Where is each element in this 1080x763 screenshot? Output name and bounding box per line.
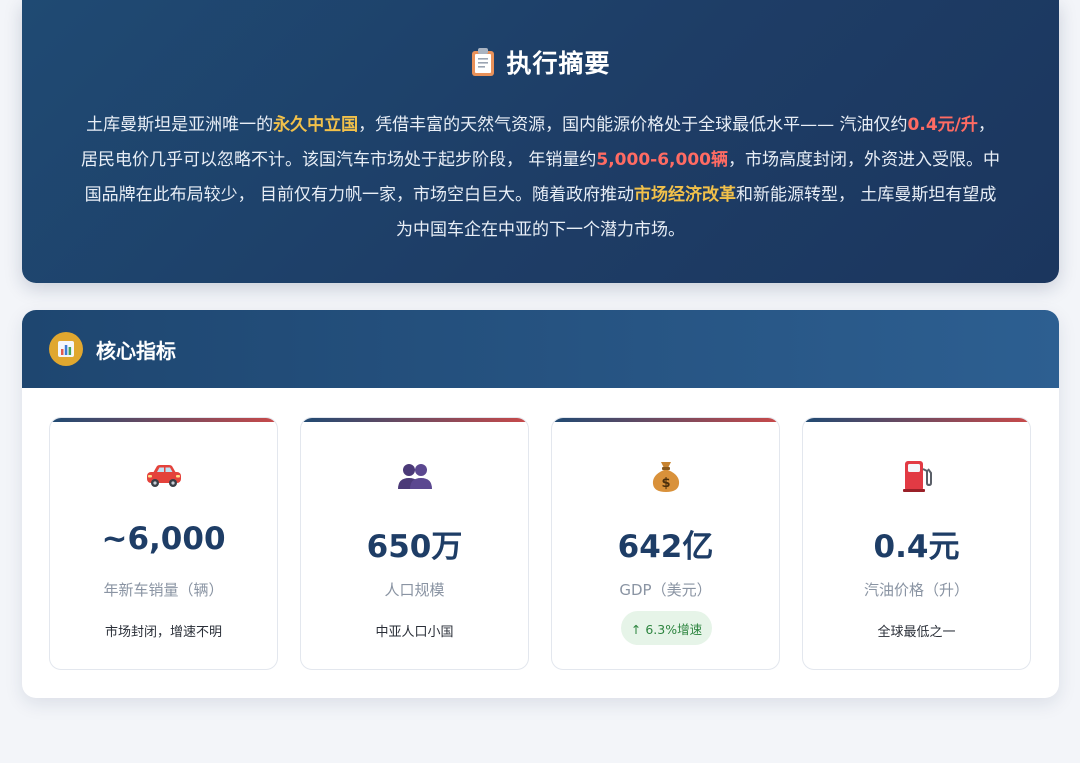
car-icon: [50, 458, 277, 494]
metric-label: 汽油价格（升）: [863, 581, 969, 599]
metric-card-population: 650万 人口规模 中亚人口小国: [300, 417, 529, 670]
metric-value: 642亿: [617, 529, 714, 565]
fuel-pump-icon: [803, 458, 1030, 494]
summary-text-segment: ，凭借丰富的天然气资源，国内能源价格处于全球最低水平—— 汽油仅约: [358, 115, 908, 135]
summary-title: 执行摘要: [506, 49, 611, 78]
core-metrics-panel: 核心指标 ~6,000 年新车销量（辆） 市场封闭，增速不明 650万 人口规模…: [22, 310, 1059, 698]
summary-header: 执行摘要: [22, 44, 1059, 80]
metrics-header: 核心指标: [22, 310, 1059, 388]
metrics-title: 核心指标: [96, 338, 176, 363]
metric-note: 中亚人口小国: [375, 625, 454, 640]
growth-badge: ↑ 6.3%增速: [621, 611, 712, 645]
metric-value: 0.4元: [873, 529, 960, 565]
people-icon: [301, 458, 528, 494]
summary-text-segment: 土库曼斯坦是亚洲唯一的: [86, 115, 274, 135]
metric-label: 年新车销量（辆）: [103, 581, 224, 599]
metric-value: 650万: [366, 529, 463, 565]
clipboard-icon: [470, 47, 496, 77]
metric-note: 市场封闭，增速不明: [104, 625, 222, 640]
svg-text:$: $: [661, 476, 670, 491]
metric-label: GDP（美元）: [619, 581, 712, 599]
summary-paragraph: 土库曼斯坦是亚洲唯一的永久中立国，凭借丰富的天然气资源，国内能源价格处于全球最低…: [80, 108, 1001, 248]
highlight-fuel-price: 0.4元/升: [907, 115, 978, 135]
highlight-market-reform: 市场经济改革: [634, 185, 736, 205]
metric-card-fuel-price: 0.4元 汽油价格（升） 全球最低之一: [802, 417, 1031, 670]
highlight-annual-sales: 5,000-6,000辆: [596, 150, 728, 170]
metric-note: 全球最低之一: [877, 625, 956, 640]
metric-value: ~6,000: [101, 521, 226, 557]
bar-chart-icon: [49, 332, 83, 366]
money-bag-icon: $: [552, 458, 779, 494]
executive-summary: 执行摘要 土库曼斯坦是亚洲唯一的永久中立国，凭借丰富的天然气资源，国内能源价格处…: [22, 0, 1059, 283]
highlight-neutral-status: 永久中立国: [273, 115, 359, 135]
metric-card-car-sales: ~6,000 年新车销量（辆） 市场封闭，增速不明: [49, 417, 278, 670]
metric-label: 人口规模: [384, 581, 445, 599]
metric-card-gdp: $ 642亿 GDP（美元） ↑ 6.3%增速: [551, 417, 780, 670]
